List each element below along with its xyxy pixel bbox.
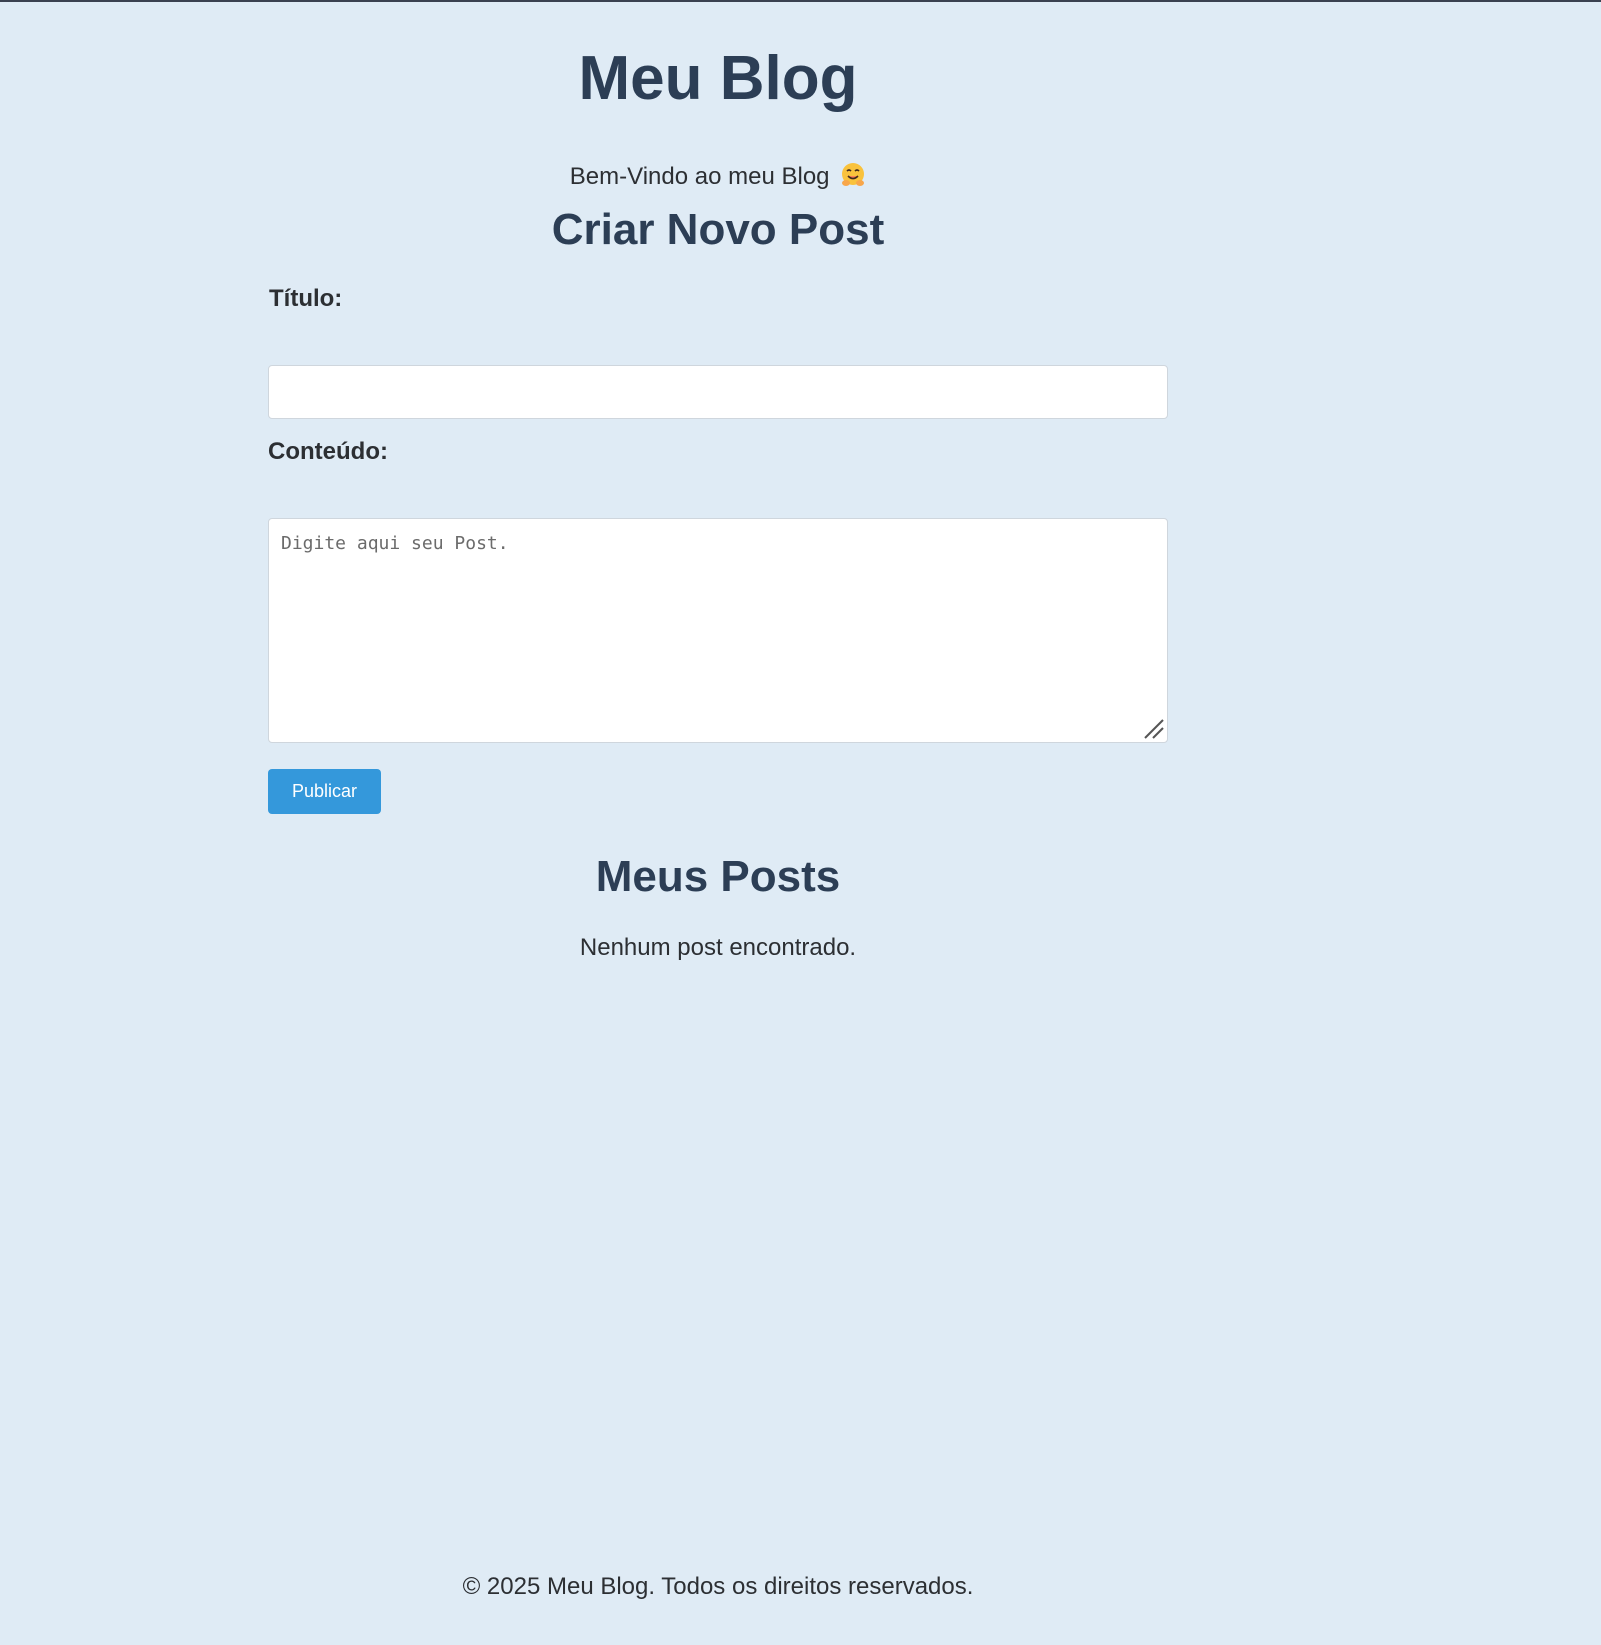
content-label: Conteúdo: <box>268 438 388 465</box>
title-label: Título: <box>269 285 343 312</box>
publish-button[interactable]: Publicar <box>268 769 381 814</box>
footer-text: © 2025 Meu Blog. Todos os direitos reser… <box>462 1573 974 1600</box>
hugging-face-icon <box>840 162 866 188</box>
empty-posts-message: Nenhum post encontrado. <box>579 934 857 961</box>
welcome-text: Bem-Vindo ao meu Blog <box>569 163 830 190</box>
title-input[interactable] <box>268 365 1168 419</box>
welcome-message: Bem-Vindo ao meu Blog <box>268 160 1168 194</box>
create-post-heading: Criar Novo Post <box>551 205 885 254</box>
content-textarea[interactable] <box>268 518 1168 743</box>
resize-grip-icon[interactable] <box>1143 718 1165 740</box>
top-border <box>0 0 1601 2</box>
posts-heading: Meus Posts <box>595 852 841 901</box>
site-title: Meu Blog <box>578 44 858 113</box>
